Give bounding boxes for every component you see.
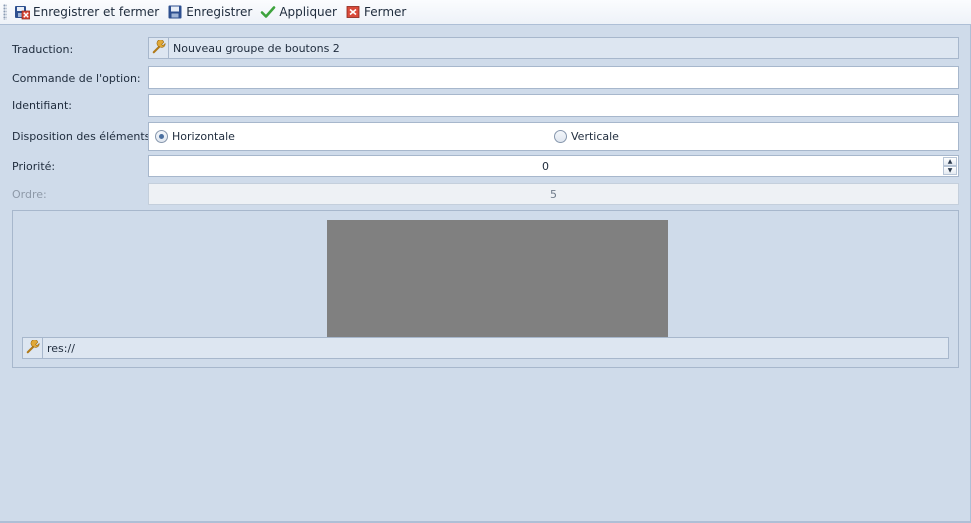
priority-spinner[interactable]: 0 ▲ ▼	[148, 155, 959, 177]
spin-down-button[interactable]: ▼	[943, 166, 957, 175]
order-value: 5	[550, 187, 557, 201]
layout-radio-group: Horizontale Verticale	[148, 122, 959, 151]
radio-selected-icon	[155, 130, 168, 143]
check-icon	[260, 4, 276, 20]
apply-button[interactable]: Appliquer	[256, 1, 341, 23]
toolbar: Enregistrer et fermer Enregistrer Appliq…	[0, 0, 971, 25]
wrench-icon	[152, 38, 166, 57]
translation-value: Nouveau groupe de boutons 2	[173, 41, 340, 55]
save-button[interactable]: Enregistrer	[163, 1, 256, 23]
layout-label: Disposition des éléments:	[12, 130, 155, 143]
apply-label: Appliquer	[279, 5, 337, 19]
identifier-input[interactable]	[148, 94, 959, 117]
priority-value: 0	[542, 159, 549, 173]
toolbar-grip[interactable]	[3, 4, 7, 20]
translation-label: Traduction:	[12, 43, 74, 56]
save-and-close-label: Enregistrer et fermer	[33, 5, 160, 19]
resource-field[interactable]: res://	[22, 337, 949, 359]
priority-spin-buttons: ▲ ▼	[943, 157, 957, 175]
save-and-close-button[interactable]: Enregistrer et fermer	[10, 1, 163, 23]
image-preview	[327, 220, 668, 337]
command-input[interactable]	[148, 66, 959, 89]
translation-field[interactable]: Nouveau groupe de boutons 2	[148, 37, 959, 59]
command-label: Commande de l'option:	[12, 72, 141, 85]
layout-vertical-label: Verticale	[571, 130, 619, 143]
layout-vertical-radio[interactable]: Verticale	[554, 123, 619, 150]
order-label: Ordre:	[12, 188, 47, 201]
wrench-icon	[26, 338, 40, 357]
close-label: Fermer	[363, 5, 407, 19]
close-icon	[345, 4, 361, 20]
radio-unselected-icon	[554, 130, 567, 143]
order-field: 5	[148, 183, 959, 205]
save-icon	[167, 4, 183, 20]
resource-value: res://	[47, 341, 75, 355]
layout-horizontal-label: Horizontale	[172, 130, 235, 143]
identifier-label: Identifiant:	[12, 99, 72, 112]
translation-edit-button[interactable]	[149, 38, 169, 58]
image-group: res://	[12, 210, 959, 368]
priority-label: Priorité:	[12, 160, 56, 173]
spin-up-button[interactable]: ▲	[943, 157, 957, 166]
layout-horizontal-radio[interactable]: Horizontale	[155, 123, 235, 150]
save-label: Enregistrer	[186, 5, 253, 19]
close-button[interactable]: Fermer	[341, 1, 410, 23]
resource-edit-button[interactable]	[23, 338, 43, 358]
save-close-icon	[14, 4, 31, 20]
